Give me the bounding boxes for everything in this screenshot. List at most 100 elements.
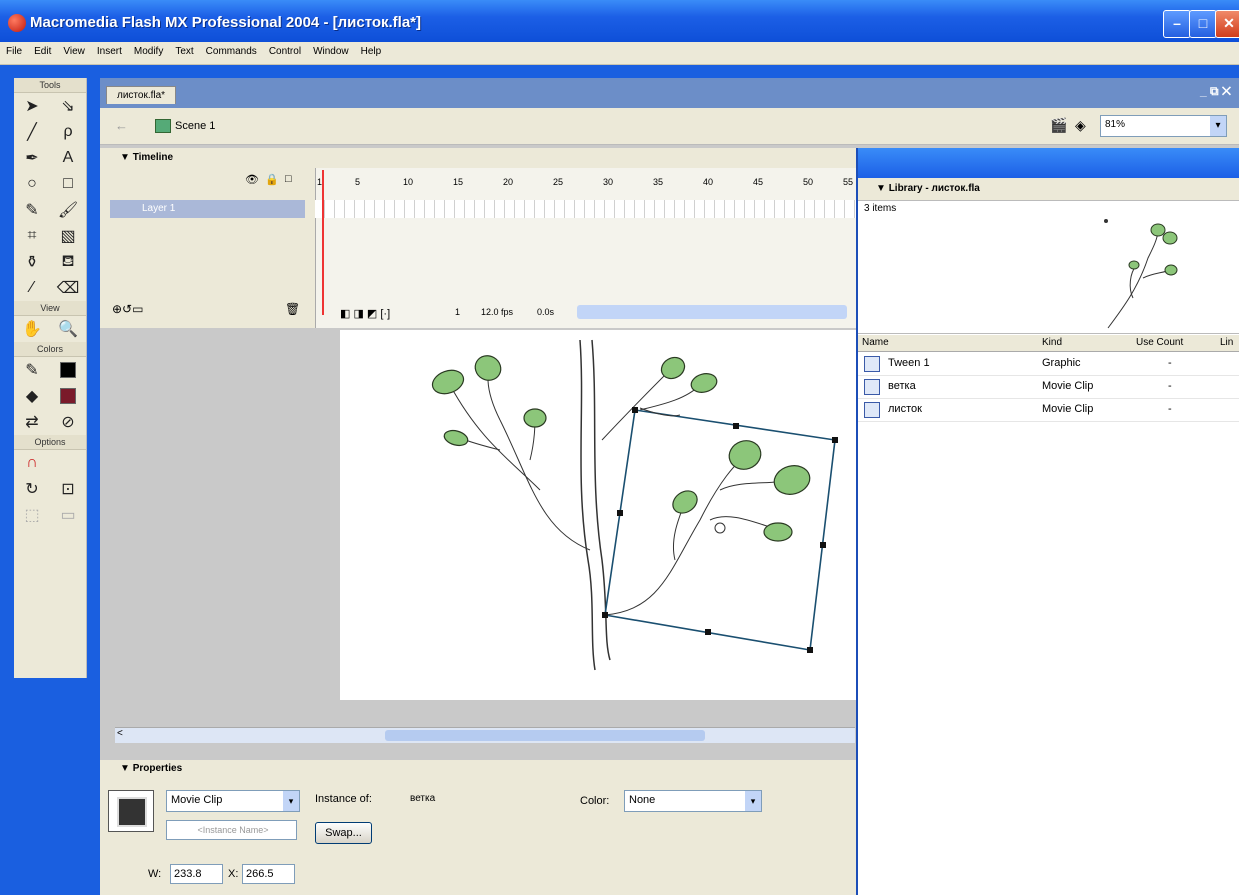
col-use-count[interactable]: Use Count (1136, 337, 1183, 348)
library-item-name: листок (888, 403, 922, 415)
menu-edit[interactable]: Edit (28, 42, 57, 57)
document-tab[interactable]: листок.fla* (106, 86, 177, 104)
envelope-icon[interactable]: ▭ (50, 502, 86, 528)
color-effect-value: None (629, 794, 656, 806)
stage[interactable] (340, 330, 856, 700)
symbol-type-icon (108, 790, 154, 832)
stroke-color-swatch[interactable] (50, 357, 86, 383)
fill-color-icon[interactable]: ◆ (14, 383, 50, 409)
close-button[interactable]: ✕ (1215, 10, 1239, 38)
instance-name-input[interactable]: <Instance Name> (166, 820, 297, 840)
frame-rate: 12.0 fps (481, 307, 514, 317)
preview-artwork (1104, 219, 1178, 329)
pen-tool-icon[interactable]: ✒ (14, 145, 50, 171)
scale-icon[interactable]: ⊡ (50, 476, 86, 502)
library-preview (858, 218, 1239, 334)
library-header[interactable]: ▼ Library - листок.fla (858, 178, 1239, 201)
frame-row[interactable] (315, 200, 856, 218)
back-arrow-icon[interactable]: ← (115, 118, 128, 133)
menu-control[interactable]: Control (263, 42, 307, 57)
swap-colors-icon[interactable]: ⇄ (14, 409, 50, 435)
eyedropper-tool-icon[interactable]: ⁄ (14, 275, 50, 301)
pencil-tool-icon[interactable]: ✎ (14, 197, 50, 223)
subselect-tool-icon[interactable]: ⇘ (50, 93, 86, 119)
document-window-controls[interactable]: _ ⧉ ✕ (1200, 84, 1231, 99)
line-tool-icon[interactable]: ╱ (14, 119, 50, 145)
hand-tool-icon[interactable]: ✋ (14, 316, 50, 342)
delete-layer-icon[interactable]: 🗑 (285, 302, 300, 316)
zoom-select[interactable]: 81% ▾ (1100, 115, 1227, 137)
rectangle-tool-icon[interactable]: □ (50, 171, 86, 197)
menu-text[interactable]: Text (169, 42, 199, 57)
menu-view[interactable]: View (57, 42, 91, 57)
timeline-scrollbar[interactable] (577, 305, 847, 319)
x-input[interactable]: 266.5 (242, 864, 295, 884)
properties-header[interactable]: ▼ Properties (100, 760, 856, 779)
swap-button[interactable]: Swap... (315, 822, 372, 844)
zoom-tool-icon[interactable]: 🔍 (50, 316, 86, 342)
timeline-header[interactable]: ▼ Timeline (100, 148, 856, 169)
edit-scene-icon[interactable]: 🎬 (1050, 117, 1067, 134)
timeline-status-bar: ◧ ◨ ◩ [·] 1 12.0 fps 0.0s (315, 303, 856, 323)
layer-row[interactable]: Layer 1 (110, 200, 305, 218)
stage-artwork[interactable] (340, 330, 856, 700)
rotate-skew-icon[interactable]: ↻ (14, 476, 50, 502)
menu-help[interactable]: Help (355, 42, 388, 57)
lasso-tool-icon[interactable]: ρ (50, 119, 86, 145)
width-input[interactable]: 233.8 (170, 864, 223, 884)
eye-icon[interactable]: 👁 (245, 173, 259, 186)
tools-title: Tools (14, 78, 86, 93)
oval-tool-icon[interactable]: ○ (14, 171, 50, 197)
lock-icon[interactable]: 🔒 (265, 173, 279, 186)
no-color-icon[interactable]: ⊘ (50, 409, 86, 435)
menu-file[interactable]: File (0, 42, 28, 57)
col-kind[interactable]: Kind (1042, 337, 1062, 348)
distort-icon[interactable]: ⬚ (14, 502, 50, 528)
arrow-tool-icon[interactable]: ➤ (14, 93, 50, 119)
snap-magnet-icon[interactable]: ∩ (14, 450, 50, 476)
library-item[interactable]: ветка Movie Clip - (858, 376, 1239, 399)
scroll-thumb[interactable] (385, 730, 705, 741)
col-linkage[interactable]: Lin (1220, 337, 1233, 348)
brush-tool-icon[interactable]: 🖌 (50, 197, 86, 223)
frame-ruler[interactable]: 1 5 10 15 20 25 30 35 40 45 50 55 (315, 174, 856, 192)
paint-bucket-tool-icon[interactable]: ⛾ (50, 249, 86, 275)
colors-section-title: Colors (14, 342, 86, 357)
eraser-tool-icon[interactable]: ⌫ (50, 275, 86, 301)
scene-label[interactable]: Scene 1 (175, 120, 215, 132)
library-item[interactable]: Tween 1 Graphic - (858, 353, 1239, 376)
color-effect-select[interactable]: None ▾ (624, 790, 762, 812)
outline-icon[interactable]: □ (285, 173, 292, 185)
col-name[interactable]: Name (862, 337, 889, 348)
playhead[interactable] (322, 170, 324, 315)
edit-bar: ← Scene 1 🎬 ◈ 81% ▾ (100, 108, 1239, 145)
chevron-down-icon[interactable]: ▾ (745, 791, 761, 811)
menu-window[interactable]: Window (307, 42, 355, 57)
frame-number: 55 (843, 177, 854, 187)
library-item-use-count: - (1168, 380, 1172, 392)
menu-insert[interactable]: Insert (91, 42, 128, 57)
stage-horizontal-scrollbar[interactable]: < (115, 727, 855, 743)
free-transform-tool-icon[interactable]: ⌗ (14, 223, 50, 249)
library-window-titlebar[interactable] (856, 148, 1239, 178)
menu-commands[interactable]: Commands (200, 42, 263, 57)
text-tool-icon[interactable]: A (50, 145, 86, 171)
fill-color-swatch[interactable] (50, 383, 86, 409)
properties-title: ▼ Properties (120, 763, 183, 774)
edit-symbol-icon[interactable]: ◈ (1075, 117, 1086, 134)
symbol-type-select[interactable]: Movie Clip ▾ (166, 790, 300, 812)
maximize-button[interactable]: □ (1189, 10, 1217, 38)
library-item-kind: Graphic (1042, 357, 1081, 369)
menu-modify[interactable]: Modify (128, 42, 169, 57)
minimize-button[interactable]: – (1163, 10, 1191, 38)
ink-bottle-tool-icon[interactable]: ⚱ (14, 249, 50, 275)
frame-number: 10 (403, 177, 414, 187)
library-item[interactable]: листок Movie Clip - (858, 399, 1239, 422)
chevron-down-icon[interactable]: ▾ (1210, 116, 1226, 136)
onion-skin-icon[interactable]: ◧ ◨ ◩ [·] (340, 307, 390, 320)
stroke-color-icon[interactable]: ✎ (14, 357, 50, 383)
add-layer-icon[interactable]: ⊕↺▭ (112, 302, 143, 316)
chevron-down-icon[interactable]: ▾ (283, 791, 299, 811)
scroll-left-icon[interactable]: < (117, 728, 123, 739)
fill-transform-tool-icon[interactable]: ▧ (50, 223, 86, 249)
